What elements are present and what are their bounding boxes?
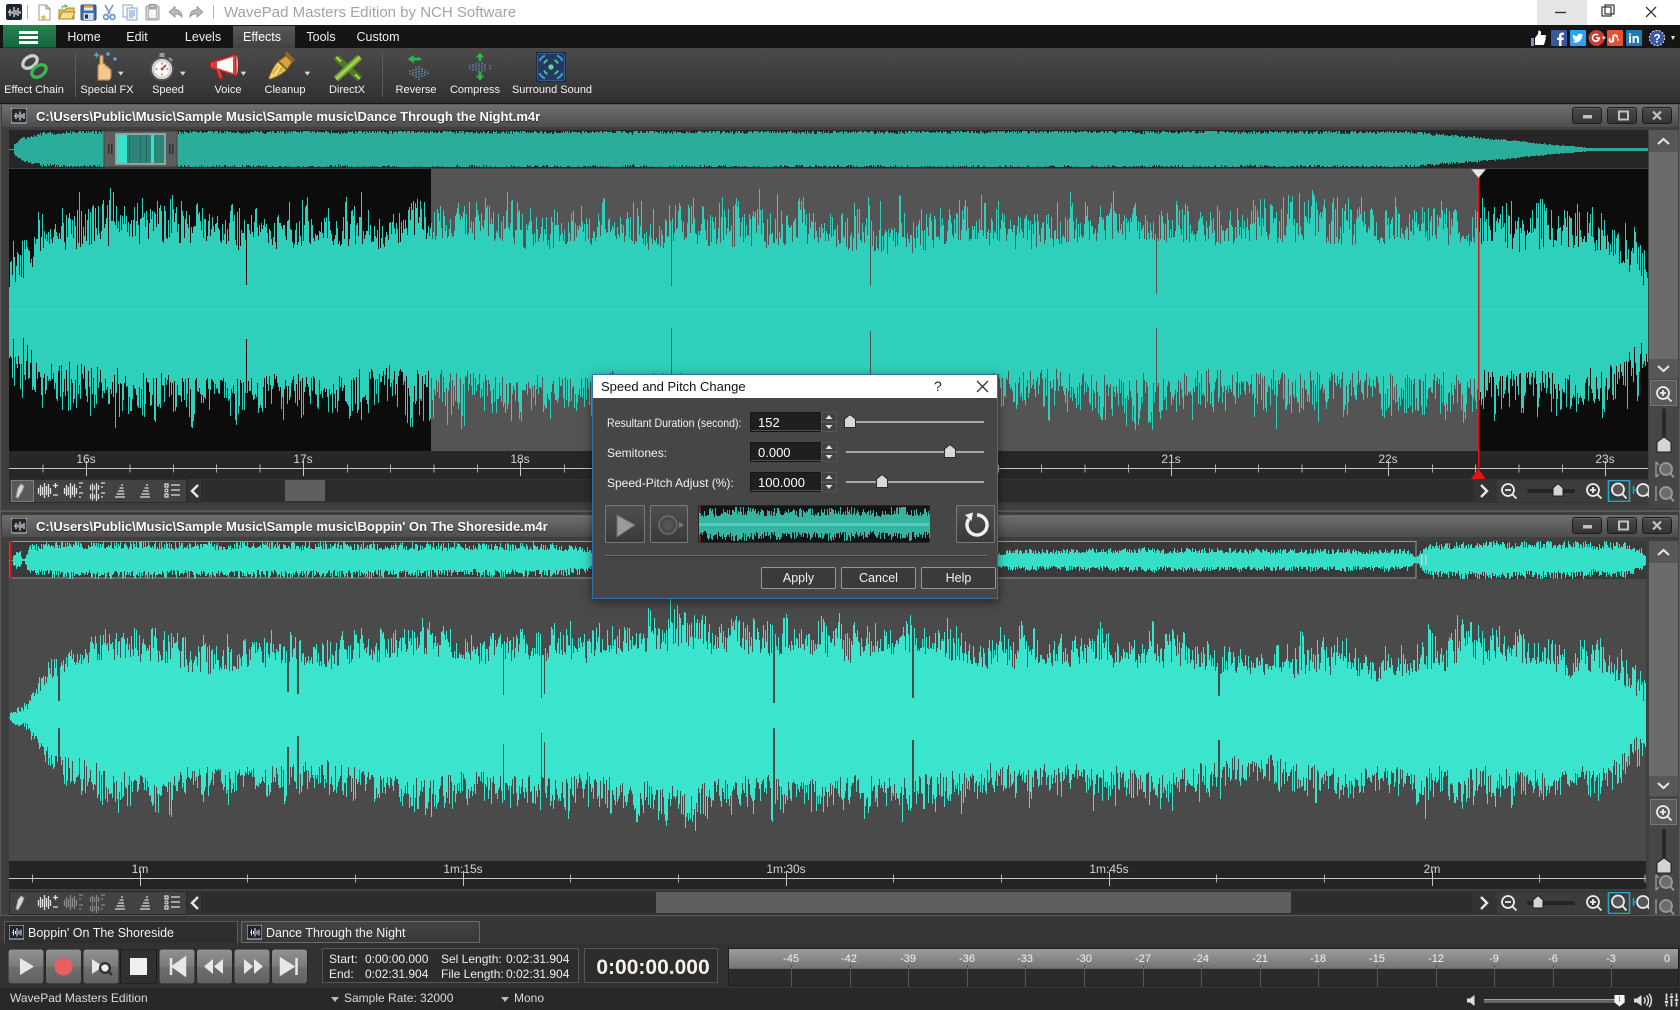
svg-text:?: ? xyxy=(1653,31,1660,45)
